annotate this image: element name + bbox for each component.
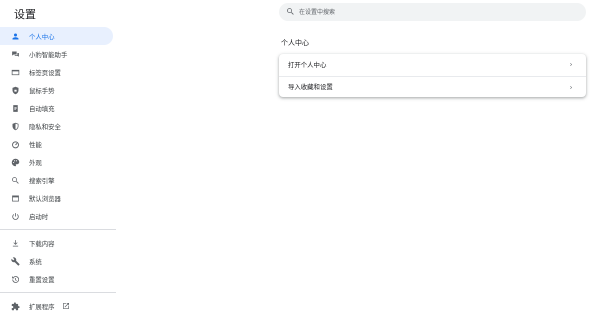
row-label: 打开个人中心	[288, 61, 327, 70]
open-profile-row[interactable]: 打开个人中心	[279, 54, 586, 76]
open-in-new-icon	[63, 303, 69, 309]
sidebar-item-label: 启动时	[29, 212, 49, 221]
security-shield-icon	[12, 122, 19, 130]
sidebar-item-label: 小豹智能助手	[29, 50, 68, 59]
sidebar-item-mouse-gestures[interactable]: 鼠标手势	[0, 81, 116, 99]
sidebar-item-label: 个人中心	[29, 32, 55, 41]
sidebar-item-on-startup[interactable]: 启动时	[0, 207, 116, 225]
sidebar-item-appearance[interactable]: 外观	[0, 153, 116, 171]
sidebar-divider	[0, 229, 116, 230]
search-icon	[12, 176, 19, 184]
sidebar-item-assistant[interactable]: 小豹智能助手	[0, 45, 116, 63]
person-icon	[12, 33, 19, 39]
search-bar[interactable]	[279, 3, 586, 21]
section-title: 个人中心	[281, 39, 309, 47]
sidebar-item-label: 外观	[29, 158, 42, 167]
search-input[interactable]	[299, 6, 569, 18]
sidebar-item-label: 标签页设置	[29, 68, 61, 77]
chevron-right-icon	[570, 63, 572, 66]
sidebar-item-label: 扩展程序	[29, 302, 55, 311]
settings-card: 打开个人中心 导入收藏和设置	[279, 54, 586, 97]
browser-icon	[12, 195, 19, 201]
wrench-icon	[11, 256, 20, 266]
sidebar-item-label: 重置设置	[29, 275, 55, 284]
tab-icon	[11, 69, 20, 75]
sidebar-item-label: 自动填充	[29, 104, 55, 113]
sidebar-item-autofill[interactable]: 自动填充	[0, 99, 116, 117]
sidebar-divider	[0, 292, 116, 293]
sidebar-item-label: 默认浏览器	[29, 194, 61, 203]
clipboard-icon	[13, 104, 18, 112]
history-icon	[12, 275, 20, 283]
sidebar-nav: 个人中心 小豹智能助手 标签页设置 鼠标手势 自动填充 隐私和安全 性能 外观 …	[0, 27, 116, 315]
search-icon	[287, 8, 294, 15]
sidebar-item-label: 鼠标手势	[29, 86, 55, 95]
sidebar-item-profile[interactable]: 个人中心	[0, 27, 113, 45]
sidebar-item-label: 搜索引擎	[29, 176, 55, 185]
sidebar-item-extensions[interactable]: 扩展程序	[0, 297, 116, 315]
speedometer-icon	[12, 140, 19, 148]
sidebar-item-performance[interactable]: 性能	[0, 135, 116, 153]
assistant-icon	[12, 51, 19, 57]
import-bookmarks-row[interactable]: 导入收藏和设置	[279, 75, 586, 98]
sidebar-item-search-engine[interactable]: 搜索引擎	[0, 171, 116, 189]
page-title: 设置	[14, 8, 36, 21]
palette-icon	[11, 158, 20, 166]
sidebar-item-label: 下载内容	[29, 239, 55, 248]
sidebar-item-reset[interactable]: 重置设置	[0, 270, 116, 288]
download-icon	[12, 239, 19, 246]
puzzle-icon	[11, 301, 20, 310]
sidebar-item-tabs[interactable]: 标签页设置	[0, 63, 116, 81]
shield-icon	[12, 86, 19, 94]
chevron-right-icon	[570, 85, 572, 89]
sidebar-item-label: 性能	[29, 140, 42, 149]
sidebar-item-label: 系统	[29, 257, 42, 266]
sidebar-item-privacy[interactable]: 隐私和安全	[0, 117, 116, 135]
sidebar-item-label: 隐私和安全	[29, 122, 61, 131]
row-label: 导入收藏和设置	[288, 83, 333, 92]
power-icon	[12, 212, 19, 220]
sidebar-item-default-browser[interactable]: 默认浏览器	[0, 189, 116, 207]
sidebar-item-downloads[interactable]: 下载内容	[0, 234, 116, 252]
sidebar-item-system[interactable]: 系统	[0, 252, 116, 270]
